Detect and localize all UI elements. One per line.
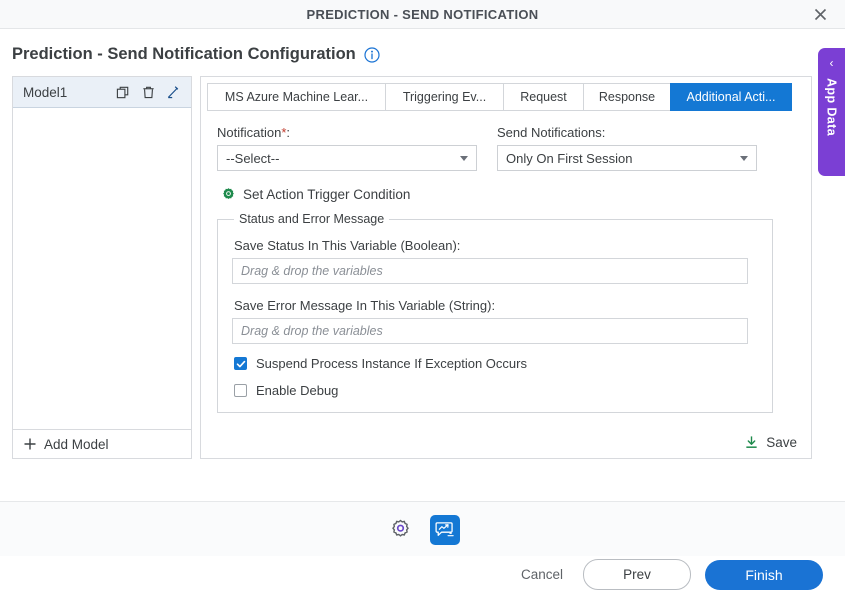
- notification-label: Notification*:: [217, 125, 477, 140]
- enable-debug-label: Enable Debug: [256, 383, 339, 398]
- plus-icon: [24, 438, 36, 450]
- model-list-item[interactable]: Model1: [13, 77, 191, 108]
- page-header: Prediction - Send Notification Configura…: [0, 29, 845, 76]
- save-error-message-variable-label: Save Error Message In This Variable (Str…: [234, 298, 496, 313]
- model-list-empty-area: [13, 108, 191, 429]
- save-status-variable-placeholder: Drag & drop the variables: [241, 264, 383, 278]
- prediction-button[interactable]: [429, 514, 460, 545]
- prediction-bubble-icon: [434, 521, 454, 536]
- suspend-process-instance-checkbox[interactable]: [234, 357, 247, 370]
- prev-button[interactable]: Prev: [583, 559, 691, 590]
- model-list-panel: Model1 Add Model: [12, 76, 192, 459]
- status-and-error-message-legend: Status and Error Message: [239, 212, 385, 226]
- enable-debug-checkbox[interactable]: [234, 384, 247, 397]
- close-button[interactable]: [805, 0, 835, 28]
- save-error-message-variable-placeholder: Drag & drop the variables: [241, 324, 383, 338]
- enable-debug-checkbox-row[interactable]: Enable Debug: [234, 383, 758, 398]
- save-status-variable-input[interactable]: Drag & drop the variables: [232, 258, 748, 284]
- tab-response[interactable]: Response: [583, 83, 670, 111]
- notification-select-value: --Select--: [226, 150, 280, 166]
- chevron-left-icon: ‹: [829, 56, 834, 70]
- notification-field: Notification*: --Select--: [217, 125, 477, 171]
- configuration-content: Model1 Add Model MS Azure Machine Lear..…: [0, 76, 845, 459]
- cancel-button[interactable]: Cancel: [515, 563, 569, 586]
- send-notifications-label: Send Notifications:: [497, 125, 606, 140]
- send-notifications-field: Send Notifications: Only On First Sessio…: [497, 125, 757, 171]
- form-body: Notification*: --Select-- Send Notificat…: [201, 111, 811, 413]
- copy-icon[interactable]: [114, 85, 133, 100]
- app-data-panel-toggle[interactable]: ‹ App Data: [818, 48, 845, 176]
- check-icon: [236, 360, 245, 367]
- app-data-label: App Data: [824, 78, 839, 137]
- set-action-trigger-condition-label: Set Action Trigger Condition: [243, 187, 411, 202]
- settings-button[interactable]: [386, 515, 416, 545]
- chevron-down-icon: [460, 155, 468, 161]
- save-error-message-variable-input[interactable]: Drag & drop the variables: [232, 318, 748, 344]
- info-circle-icon[interactable]: [364, 46, 380, 63]
- chevron-down-icon: [740, 155, 748, 161]
- tab-additional-actions[interactable]: Additional Acti...: [670, 83, 792, 111]
- finish-button[interactable]: Finish: [705, 559, 823, 590]
- window-title: PREDICTION - SEND NOTIFICATION: [306, 6, 539, 22]
- add-model-button[interactable]: Add Model: [13, 429, 191, 458]
- dialog-footer: Cancel Prev Finish: [0, 556, 845, 593]
- page-title: Prediction - Send Notification Configura…: [12, 45, 356, 63]
- trash-icon[interactable]: [139, 85, 158, 100]
- tab-strip: MS Azure Machine Lear... Triggering Ev..…: [201, 77, 811, 111]
- download-icon: [746, 436, 757, 448]
- save-label: Save: [766, 435, 797, 450]
- suspend-process-instance-checkbox-row[interactable]: Suspend Process Instance If Exception Oc…: [234, 356, 758, 371]
- close-icon: [814, 8, 826, 20]
- set-action-trigger-condition-button[interactable]: Set Action Trigger Condition: [221, 187, 795, 202]
- add-model-label: Add Model: [44, 436, 109, 452]
- gear-icon: [223, 188, 234, 199]
- gear-icon: [392, 519, 409, 537]
- notification-select[interactable]: --Select--: [217, 145, 477, 171]
- configuration-card: MS Azure Machine Lear... Triggering Ev..…: [200, 76, 812, 459]
- save-button[interactable]: Save: [744, 435, 797, 450]
- save-status-variable-label: Save Status In This Variable (Boolean):: [234, 238, 461, 253]
- tab-request[interactable]: Request: [503, 83, 583, 111]
- model-name: Model1: [23, 84, 68, 100]
- tab-ms-azure-machine-learning[interactable]: MS Azure Machine Lear...: [207, 83, 385, 111]
- send-notifications-select-value: Only On First Session: [506, 150, 633, 166]
- notification-label-colon: :: [286, 125, 290, 140]
- send-notifications-select[interactable]: Only On First Session: [497, 145, 757, 171]
- status-and-error-message-group: Status and Error Message Save Status In …: [217, 212, 773, 413]
- suspend-process-instance-label: Suspend Process Instance If Exception Oc…: [256, 356, 527, 371]
- top-fields-row: Notification*: --Select-- Send Notificat…: [217, 125, 795, 171]
- bottom-icon-bar: [0, 501, 845, 557]
- pencil-icon[interactable]: [164, 85, 183, 100]
- window-title-bar: PREDICTION - SEND NOTIFICATION: [0, 0, 845, 29]
- tab-triggering-event[interactable]: Triggering Ev...: [385, 83, 503, 111]
- notification-label-text: Notification: [217, 125, 282, 140]
